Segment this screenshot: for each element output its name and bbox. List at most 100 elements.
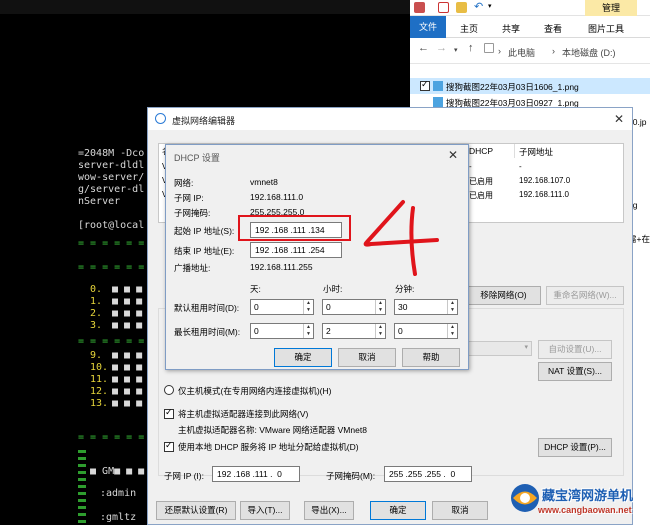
window-title: 虚拟网络编辑器 xyxy=(172,116,236,126)
terminal-side-dots xyxy=(78,450,86,525)
ribbon-tabs: 文件 主页 共享 查看 图片工具 xyxy=(410,16,650,38)
spinner-arrows-icon[interactable]: ▲ ▼ xyxy=(447,324,457,338)
default-lease-hours-stepper[interactable]: 0 ▲ ▼ xyxy=(322,299,386,315)
menu-number: 12. xyxy=(90,386,109,397)
chevron-down-icon: ▾ xyxy=(524,344,528,351)
stepper-value: 30 xyxy=(398,302,408,312)
export-button[interactable]: 导出(X)... xyxy=(304,501,354,520)
highlight-box xyxy=(238,215,351,241)
breadcrumb-item[interactable]: 此电脑 xyxy=(508,46,535,59)
max-lease-hours-stepper[interactable]: 2 ▲ ▼ xyxy=(322,323,386,339)
watermark-url: www.cangbaowan.net xyxy=(538,505,632,515)
auto-setting-button[interactable]: 自动设置(U)... xyxy=(538,340,612,359)
subnet-ip-label: 子网 IP (I): xyxy=(164,471,204,481)
admin-label: :admin xyxy=(100,488,137,499)
vne-cancel-button[interactable]: 取消 xyxy=(432,501,488,520)
restore-default-button[interactable]: 还原默认设置(R) xyxy=(156,501,236,520)
dhcp-settings-button[interactable]: DHCP 设置(P)... xyxy=(538,438,612,457)
network-value: vmnet8 xyxy=(250,177,278,187)
max-lease-days-stepper[interactable]: 0 ▲ ▼ xyxy=(250,323,314,339)
col-hours-label: 小时: xyxy=(323,284,343,294)
forward-arrow-icon[interactable]: → xyxy=(436,42,447,54)
host-only-label[interactable]: 仅主机模式(在专用网络内连接虚拟机)(H) xyxy=(178,385,331,397)
default-lease-days-stepper[interactable]: 0 ▲ ▼ xyxy=(250,299,314,315)
subnet-ip-value: 192.168.111.0 xyxy=(250,192,304,202)
close-icon[interactable]: ✕ xyxy=(614,112,624,126)
dhcp-cancel-button[interactable]: 取消 xyxy=(338,348,396,367)
table-cell: 已启用 xyxy=(469,177,493,186)
column-header-subnet[interactable]: 子网地址 xyxy=(519,146,553,158)
breadcrumb-item[interactable]: 本地磁盘 (D:) xyxy=(562,46,616,59)
menu-number: 2. xyxy=(90,308,103,319)
dialog-title: DHCP 设置 xyxy=(174,153,220,163)
max-lease-minutes-stepper[interactable]: 0 ▲ ▼ xyxy=(394,323,458,339)
default-lease-minutes-stepper[interactable]: 30 ▲ ▼ xyxy=(394,299,458,315)
terminal-top-strip xyxy=(0,0,410,14)
spinner-arrows-icon[interactable]: ▲ ▼ xyxy=(303,300,313,314)
start-ip-label: 起始 IP 地址(S): xyxy=(174,226,235,236)
stepper-value: 0 xyxy=(254,326,259,336)
broadcast-label: 广播地址: xyxy=(174,263,211,273)
subnet-mask-input[interactable]: 255 .255 .255 . 0 xyxy=(384,466,472,482)
connect-adapter-checkbox[interactable] xyxy=(164,407,174,419)
use-dhcp-checkbox[interactable] xyxy=(164,440,174,452)
dhcp-ok-button[interactable]: 确定 xyxy=(274,348,332,367)
tab-view[interactable]: 查看 xyxy=(544,22,562,35)
tab-file[interactable]: 文件 xyxy=(410,16,446,38)
subnet-ip-label: 子网 IP: xyxy=(174,193,204,203)
file-checkbox[interactable] xyxy=(420,79,430,91)
network-label: 网络: xyxy=(174,178,194,188)
menu-number: 13. xyxy=(90,398,109,409)
chevron-down-icon[interactable]: ▾ xyxy=(488,2,492,10)
up-arrow-icon[interactable]: ↑ xyxy=(468,42,474,54)
menu-number: 9. xyxy=(90,350,103,361)
subnet-ip-input[interactable]: 192 .168 .111 . 0 xyxy=(212,466,300,482)
vne-ok-button[interactable]: 确定 xyxy=(370,501,426,520)
tab-home[interactable]: 主页 xyxy=(460,22,478,35)
table-cell: 已启用 xyxy=(469,191,493,200)
default-lease-label: 默认租用时间(D): xyxy=(174,303,240,313)
disabled-dropdown: ▾ xyxy=(468,341,532,356)
vne-titlebar[interactable]: 虚拟网络编辑器 ✕ xyxy=(148,108,632,130)
undo-icon[interactable]: ↶ xyxy=(474,0,483,13)
spinner-arrows-icon[interactable]: ▲ ▼ xyxy=(303,324,313,338)
tab-manage[interactable]: 管理 xyxy=(585,0,637,16)
import-button[interactable]: 导入(T)... xyxy=(240,501,290,520)
spinner-arrows-icon[interactable]: ▲ ▼ xyxy=(447,300,457,314)
broadcast-value: 192.168.111.255 xyxy=(250,262,313,272)
folder-icon[interactable] xyxy=(456,2,467,13)
nat-setting-button[interactable]: NAT 设置(S)... xyxy=(538,362,612,381)
watermark-logo-icon xyxy=(511,484,539,512)
stepper-value: 0 xyxy=(254,302,259,312)
table-cell: 192.168.111.0 xyxy=(519,190,569,199)
spinner-arrows-icon[interactable]: ▲ ▼ xyxy=(375,324,385,338)
adapter-name-label: 主机虚拟适配器名称: VMware 网络适配器 VMnet8 xyxy=(178,425,367,435)
stepper-value: 2 xyxy=(326,326,331,336)
file-item[interactable]: 搜狗截图22年03月03日1606_1.png xyxy=(446,81,579,93)
breadcrumb-separator: › xyxy=(498,46,501,56)
quick-access-toolbar: ↶ ▾ 管理 xyxy=(410,0,650,16)
tab-picture-tools[interactable]: 图片工具 xyxy=(588,22,624,35)
checklist-icon[interactable] xyxy=(438,2,449,13)
app-icon xyxy=(414,2,425,13)
stepper-value: 0 xyxy=(326,302,331,312)
rename-network-button[interactable]: 重命名网络(W)... xyxy=(546,286,624,305)
back-arrow-icon[interactable]: ← xyxy=(418,42,429,54)
terminal-line: server-dldl xyxy=(78,160,145,171)
chevron-down-icon[interactable]: ▾ xyxy=(454,46,458,54)
host-only-radio[interactable] xyxy=(164,385,174,395)
end-ip-input[interactable]: 192 .168 .111 .254 xyxy=(250,242,342,258)
dhcp-help-button[interactable]: 帮助 xyxy=(402,348,460,367)
terminal-line: g/server-dl xyxy=(78,184,145,195)
remove-network-button[interactable]: 移除网络(O) xyxy=(466,286,541,305)
tab-share[interactable]: 共享 xyxy=(502,22,520,35)
spinner-arrows-icon[interactable]: ▲ ▼ xyxy=(375,300,385,314)
pc-icon xyxy=(484,43,494,53)
breadcrumb-separator: › xyxy=(552,46,555,56)
menu-number: 11. xyxy=(90,374,109,385)
use-dhcp-label[interactable]: 使用本地 DHCP 服务将 IP 地址分配给虚拟机(D) xyxy=(178,441,359,453)
close-icon[interactable]: ✕ xyxy=(448,148,458,162)
address-bar[interactable]: ← → ▾ ↑ › 此电脑 › 本地磁盘 (D:) xyxy=(410,38,650,64)
column-header-dhcp[interactable]: DHCP xyxy=(469,146,493,156)
connect-adapter-label[interactable]: 将主机虚拟适配器连接到此网络(V) xyxy=(178,408,308,420)
